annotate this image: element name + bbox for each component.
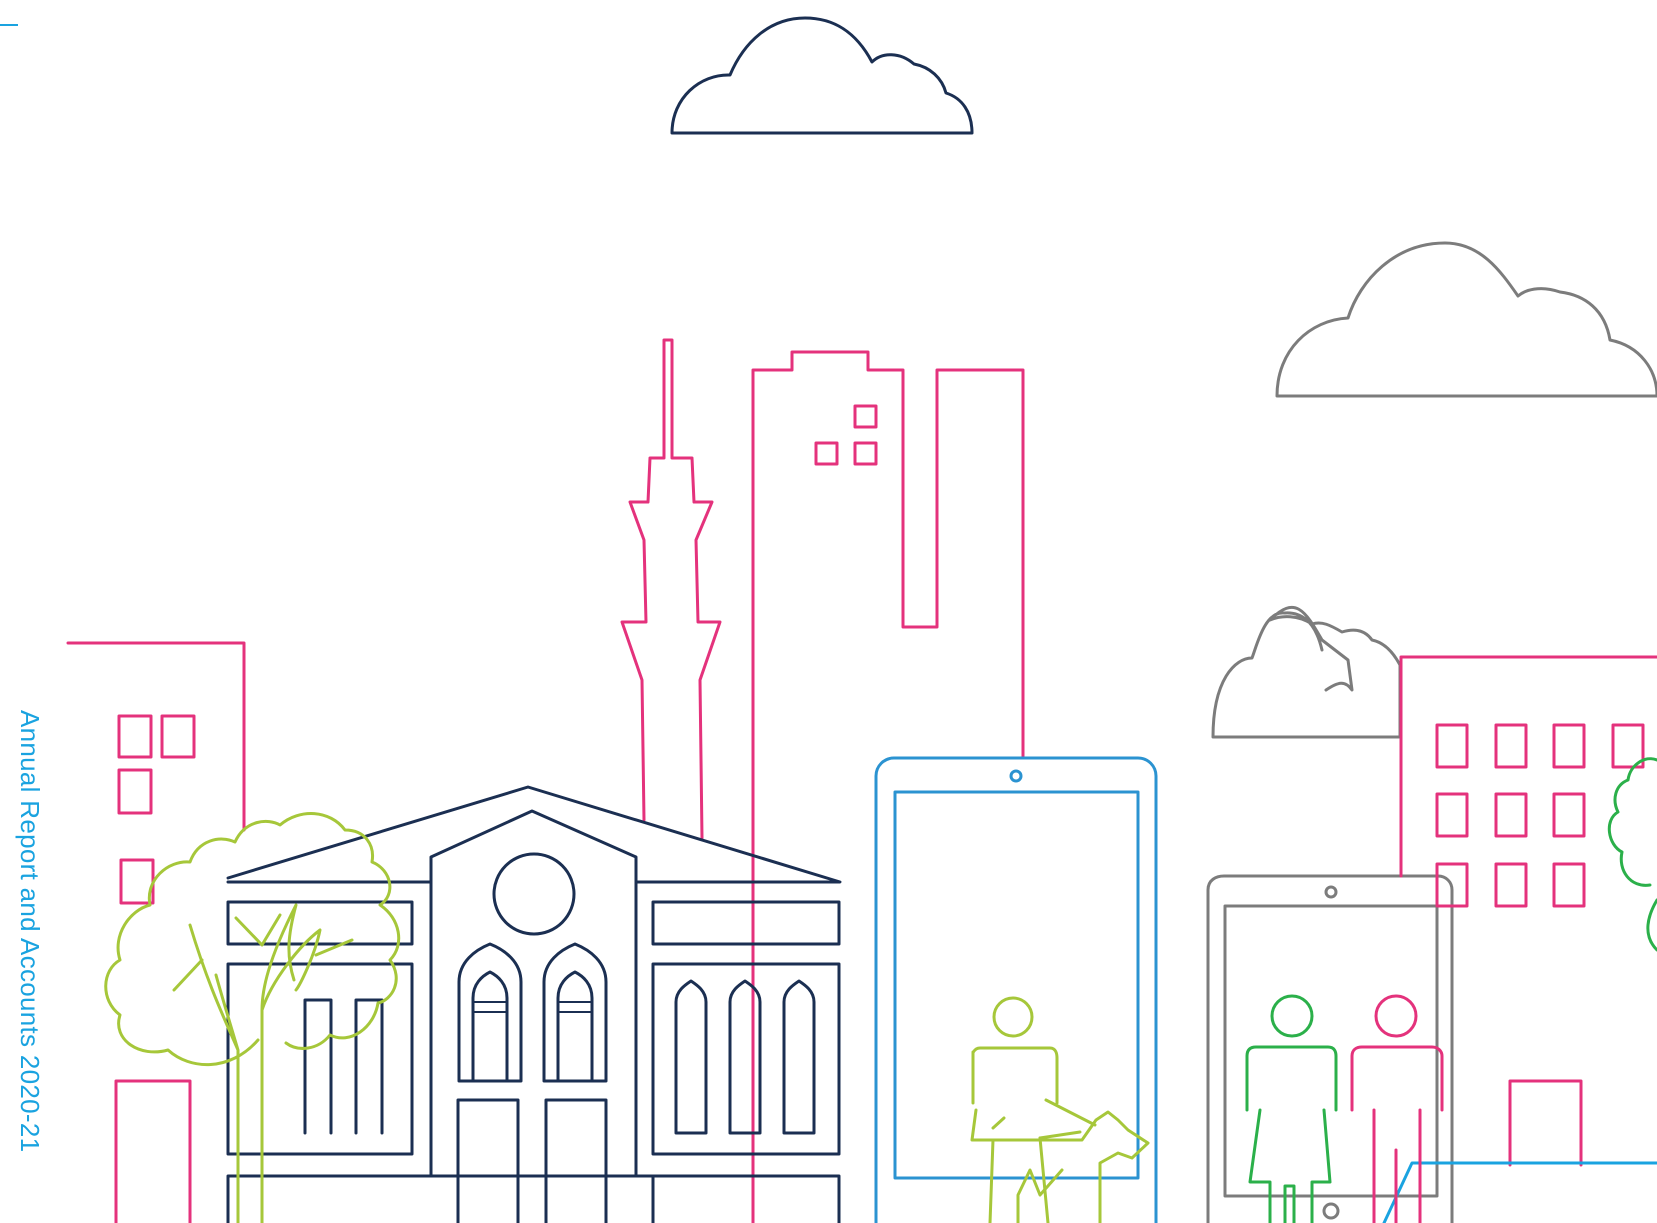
person-pink — [1350, 994, 1444, 1223]
tree-right — [1607, 757, 1657, 952]
museum — [226, 785, 842, 1223]
tablet — [874, 756, 1158, 1223]
person-green — [1245, 994, 1338, 1223]
tv-tower — [620, 338, 722, 840]
person-with-dog — [970, 996, 1150, 1223]
city-illustration — [66, 16, 1657, 1223]
report-title-vertical: Annual Report and Accounts 2020-21 — [14, 710, 45, 1210]
report-title: Annual Report and Accounts 2020-21 — [15, 710, 45, 1153]
cloud-small — [1211, 606, 1402, 739]
building-right — [1382, 655, 1657, 1223]
tall-building — [751, 350, 1025, 1223]
cloud-top — [670, 16, 974, 135]
cloud-right — [1275, 241, 1657, 398]
building-left — [66, 641, 246, 1223]
